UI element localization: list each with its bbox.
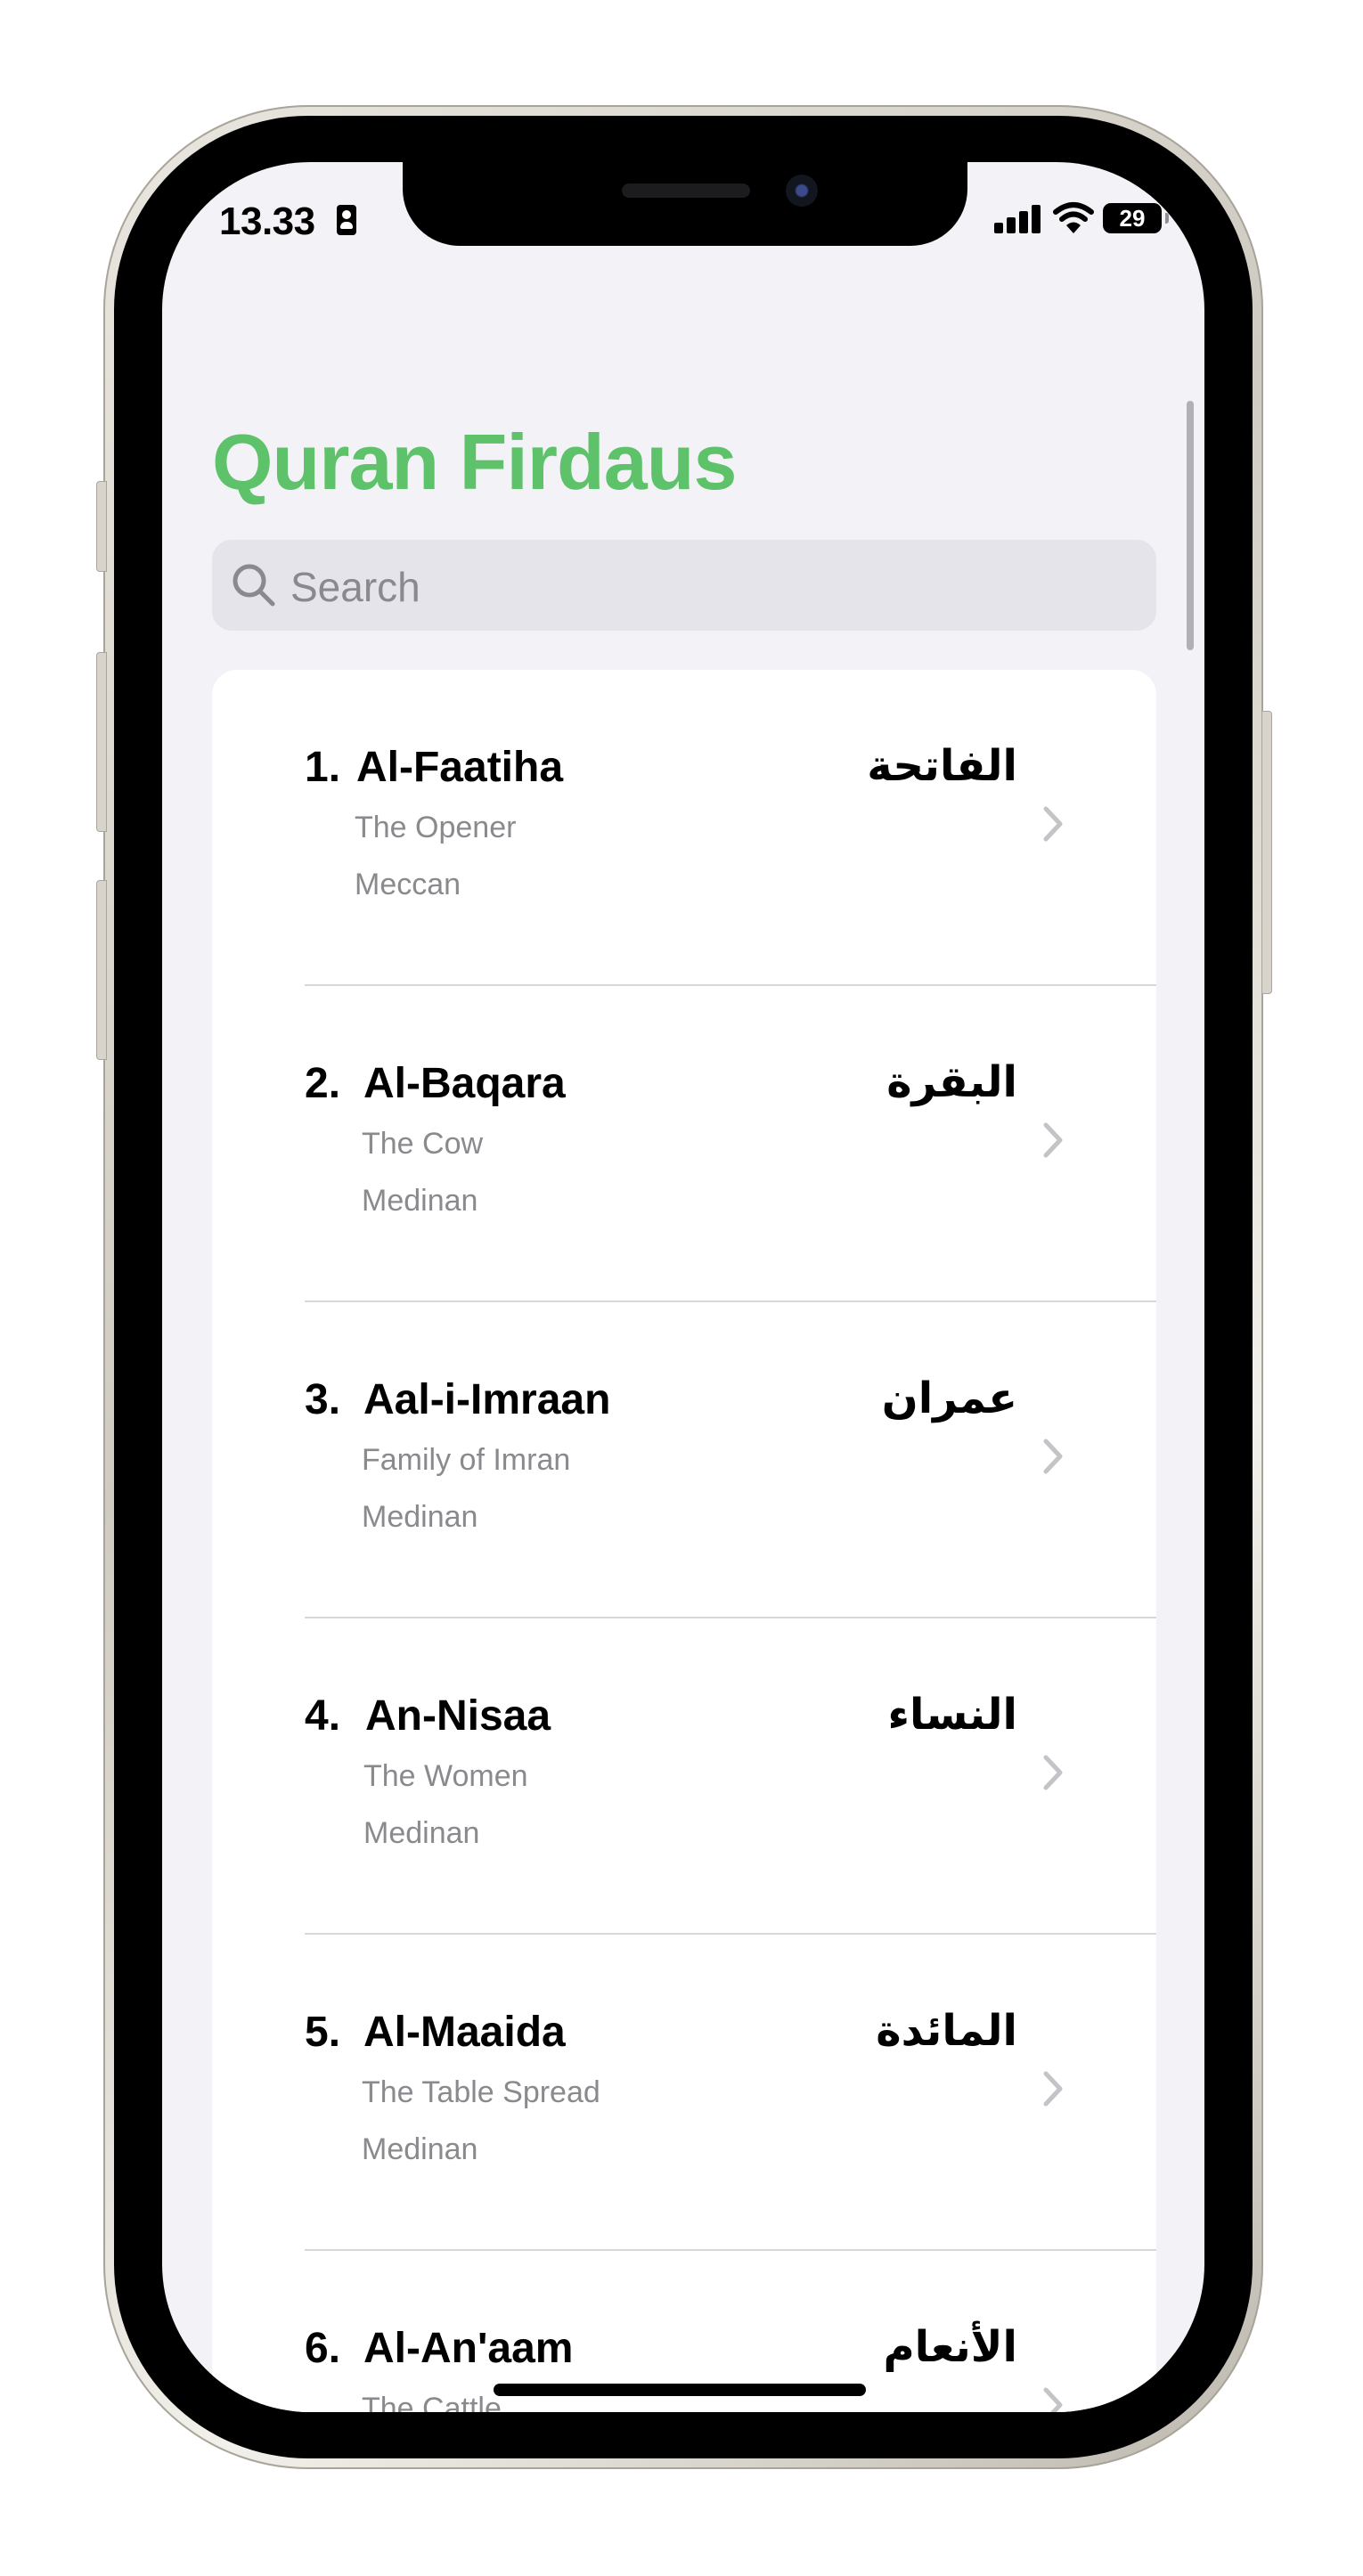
surah-number: 4. — [305, 1692, 341, 1740]
surah-arabic-name: الفاتحة — [867, 741, 1017, 791]
notch — [403, 162, 967, 246]
surah-number: 5. — [305, 2009, 341, 2056]
surah-number: 6. — [305, 2325, 341, 2372]
surah-revelation-place: Medinan — [362, 2132, 478, 2166]
list-item[interactable]: 5. Al-Maaida المائدة The Table Spread Me… — [212, 1935, 1156, 2251]
cellular-signal-icon — [994, 203, 1044, 233]
wifi-icon — [1053, 202, 1094, 233]
contact-card-icon — [337, 205, 356, 235]
surah-name: Al-An'aam — [363, 2325, 574, 2372]
surah-revelation-place: Meccan — [355, 868, 461, 901]
surah-list: 1. Al-Faatiha الفاتحة The Opener Meccan … — [212, 670, 1156, 2412]
earpiece-speaker — [622, 183, 750, 198]
surah-meaning: The Table Spread — [362, 2075, 600, 2109]
list-item[interactable]: 3. Aal-i-Imraan عمران Family of Imran Me… — [212, 1302, 1156, 1618]
surah-number: 2. — [305, 1060, 341, 1107]
search-icon — [233, 564, 275, 607]
surah-arabic-name: عمران — [881, 1374, 1017, 1423]
surah-name: An-Nisaa — [365, 1692, 551, 1740]
home-indicator[interactable] — [494, 2384, 866, 2396]
surah-name: Aal-i-Imraan — [363, 1376, 611, 1423]
surah-name: Al-Maaida — [363, 2009, 566, 2056]
surah-meaning: The Opener — [355, 811, 517, 844]
chevron-right-icon — [1043, 2071, 1063, 2107]
surah-arabic-name: البقرة — [886, 1057, 1017, 1107]
chevron-right-icon — [1043, 2387, 1063, 2412]
battery-icon: 29 — [1103, 203, 1162, 233]
power-button — [1261, 711, 1272, 994]
list-item[interactable]: 4. An-Nisaa النساء The Women Medinan — [212, 1618, 1156, 1935]
list-item[interactable]: 1. Al-Faatiha الفاتحة The Opener Meccan — [212, 670, 1156, 986]
chevron-right-icon — [1043, 1439, 1063, 1474]
scroll-indicator[interactable] — [1187, 401, 1194, 650]
surah-number: 1. — [305, 744, 341, 791]
surah-revelation-place: Medinan — [362, 1184, 478, 1218]
front-camera — [786, 175, 818, 207]
page-title: Quran Firdaus — [212, 418, 737, 506]
surah-revelation-place: Medinan — [362, 1500, 478, 1534]
surah-meaning: Family of Imran — [362, 1443, 571, 1477]
surah-meaning: The Cow — [362, 1127, 484, 1161]
chevron-right-icon — [1043, 1122, 1063, 1158]
battery-level: 29 — [1119, 205, 1146, 232]
surah-revelation-place: Medinan — [363, 1816, 480, 1850]
chevron-right-icon — [1043, 806, 1063, 842]
battery-cap — [1165, 213, 1169, 224]
surah-name: Al-Baqara — [363, 1060, 566, 1107]
screen: 13.33 29 Quran Firdaus Search 1. Al-Faat… — [162, 162, 1204, 2412]
volume-down-button — [96, 880, 107, 1060]
ringer-switch — [96, 481, 107, 572]
surah-number: 3. — [305, 1376, 341, 1423]
surah-name: Al-Faatiha — [356, 744, 564, 791]
search-bar[interactable]: Search — [212, 540, 1156, 631]
list-item[interactable]: 2. Al-Baqara البقرة The Cow Medinan — [212, 986, 1156, 1302]
surah-arabic-name: النساء — [887, 1690, 1017, 1740]
status-time: 13.33 — [219, 200, 315, 243]
surah-meaning: The Cattle — [362, 2392, 502, 2412]
volume-up-button — [96, 652, 107, 832]
chevron-right-icon — [1043, 1755, 1063, 1790]
surah-meaning: The Women — [363, 1759, 528, 1793]
surah-arabic-name: المائدة — [876, 2006, 1017, 2056]
surah-arabic-name: الأنعام — [883, 2322, 1017, 2372]
search-input[interactable]: Search — [290, 563, 420, 611]
